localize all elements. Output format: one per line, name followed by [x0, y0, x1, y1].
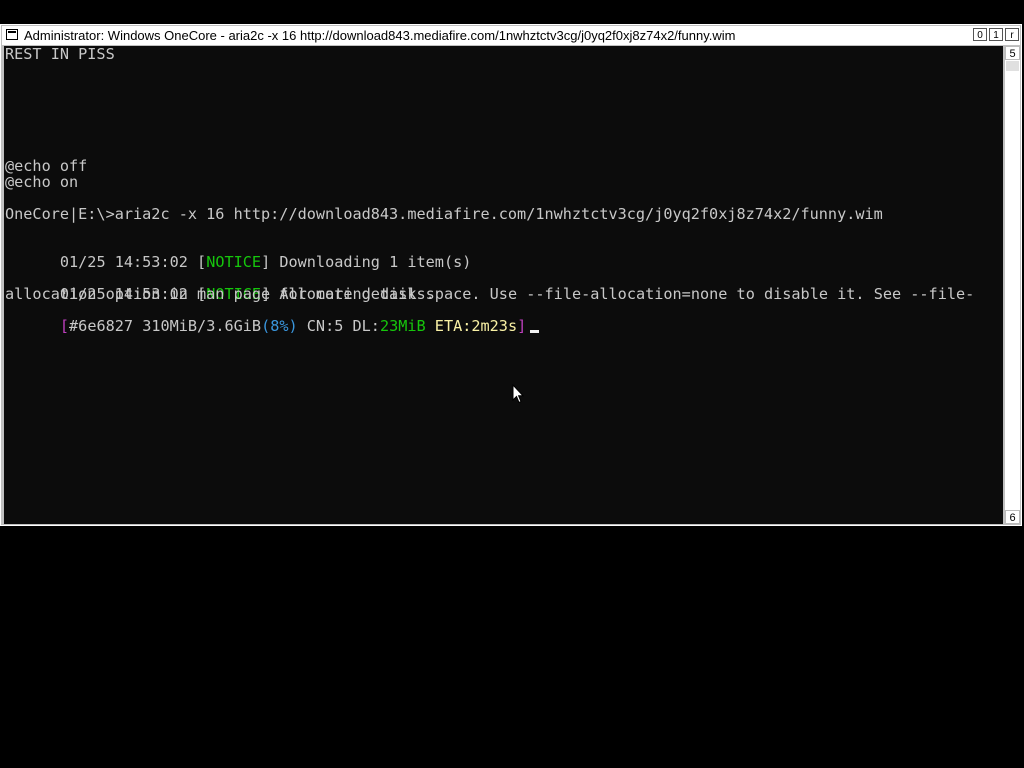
minimize-button[interactable]: 0	[973, 28, 987, 41]
scroll-up-button[interactable]: 5	[1005, 46, 1020, 60]
console-app-icon[interactable]	[6, 29, 18, 40]
console-line-command: OneCore|E:\>aria2c -x 16 http://download…	[5, 205, 883, 223]
progress-eta: ETA:2m23s	[425, 317, 518, 335]
text-cursor	[530, 330, 540, 333]
console-window[interactable]: Administrator: Windows OneCore - aria2c …	[0, 24, 1022, 526]
log-message: Downloading 1 item(s)	[270, 253, 472, 271]
title-bar[interactable]: Administrator: Windows OneCore - aria2c …	[2, 26, 1020, 45]
console-line-allocation-wrap: allocation option in man page for more d…	[5, 285, 435, 303]
log-bracket-open: [	[197, 253, 207, 271]
maximize-button[interactable]: 1	[989, 28, 1003, 41]
console-line-echo-off: @echo off	[5, 157, 88, 175]
scroll-down-button[interactable]: 6	[1005, 510, 1020, 524]
console-output[interactable]: REST IN PISS @echo off @echo on OneCore|…	[4, 46, 1003, 524]
scroll-thumb[interactable]	[1006, 61, 1019, 71]
progress-dl-speed: 23MiB	[379, 317, 426, 335]
progress-connections: CN:5	[297, 317, 344, 335]
close-button[interactable]: r	[1005, 28, 1019, 41]
progress-bracket-close: ]	[517, 317, 527, 335]
progress-percent: (8%)	[261, 317, 298, 335]
console-line-notice-downloading: 01/25 14:53:02 [NOTICE] Downloading 1 it…	[5, 238, 472, 270]
log-bracket-close: ]	[261, 253, 271, 271]
progress-size: 310MiB/3.6GiB	[133, 317, 262, 335]
progress-bracket-open: [	[59, 317, 70, 335]
caption-buttons: 0 1 r	[973, 28, 1019, 41]
vertical-scrollbar[interactable]: 5 6	[1004, 46, 1020, 524]
console-line-notice-allocating: 01/25 14:53:02 [NOTICE] Allocating disk …	[5, 270, 974, 302]
log-timestamp: 01/25 14:53:02	[59, 253, 198, 271]
notice-tag: NOTICE	[206, 253, 262, 271]
progress-dl-label: DL:	[343, 317, 380, 335]
progress-gid: #6e6827	[69, 317, 134, 335]
mouse-pointer-icon	[512, 384, 524, 404]
console-line-echo-on: @echo on	[5, 173, 79, 191]
download-progress-line: [#6e6827 310MiB/3.6GiB(8%) CN:5 DL:23MiB…	[5, 302, 540, 334]
console-line-banner: REST IN PISS	[5, 46, 115, 63]
window-title: Administrator: Windows OneCore - aria2c …	[24, 28, 736, 43]
